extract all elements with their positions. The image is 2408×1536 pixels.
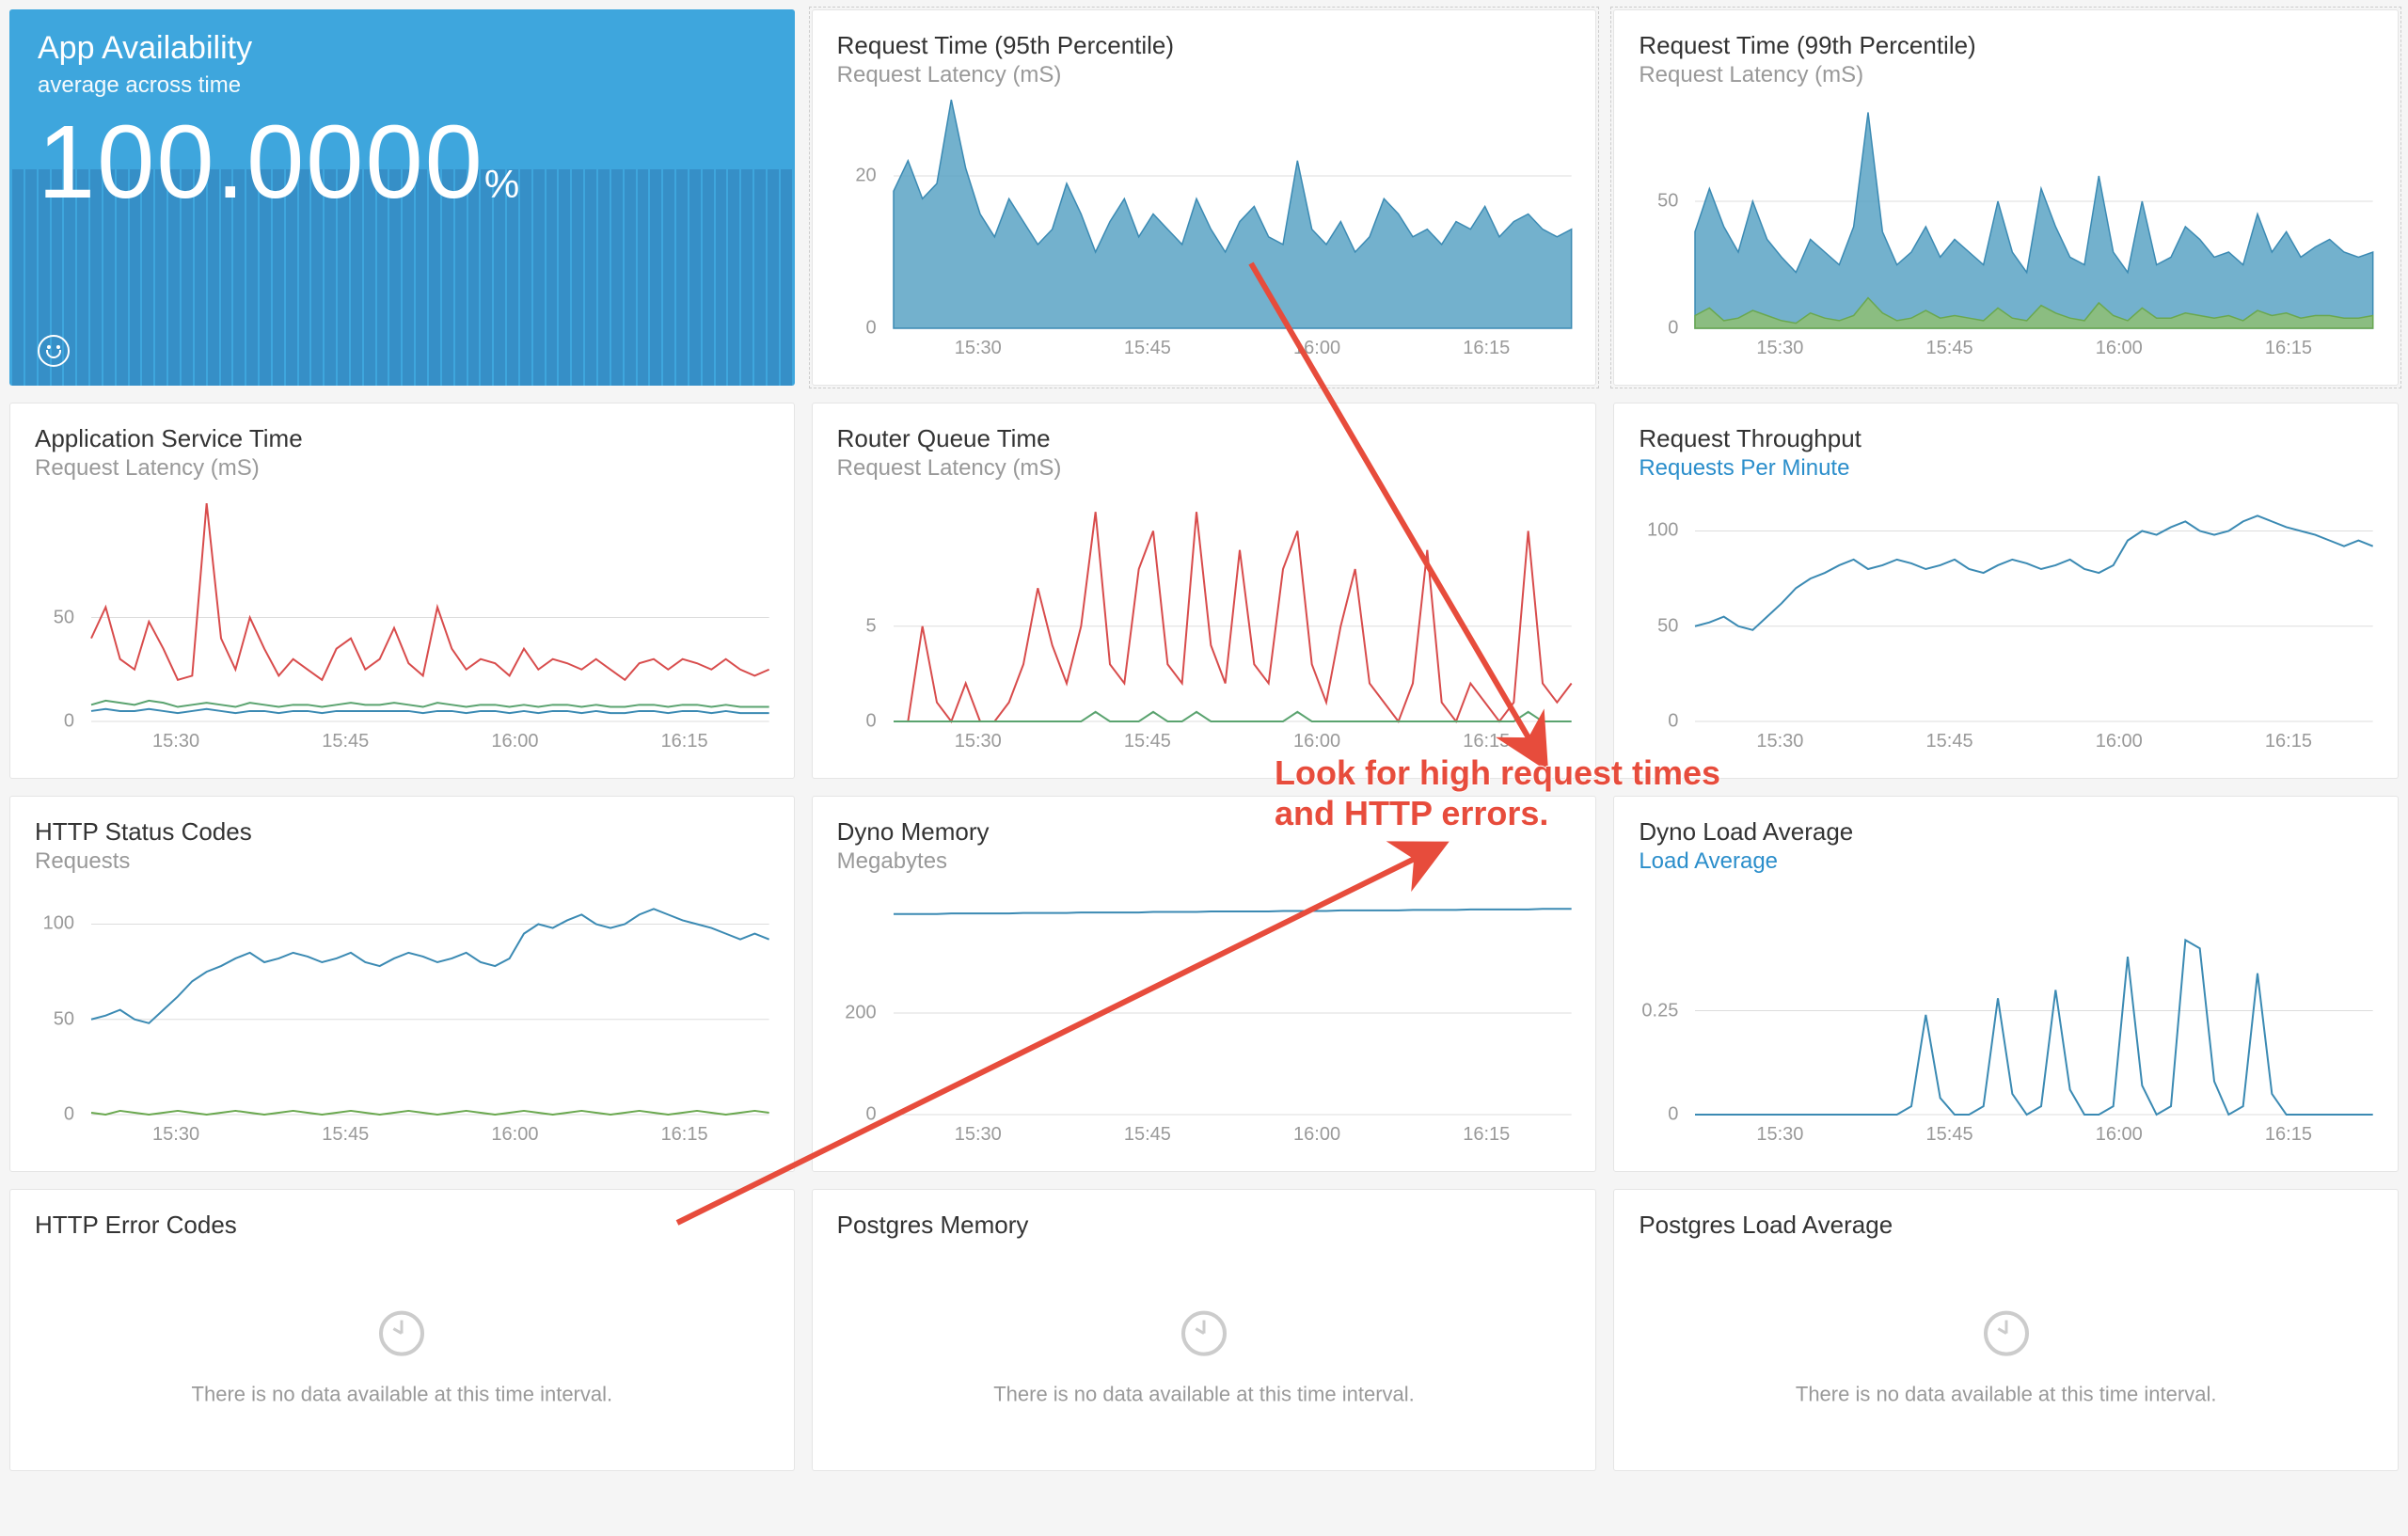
card-app-availability[interactable]: App Availability average across time 100… <box>9 9 795 386</box>
card-subtitle: Requests <box>35 848 769 875</box>
no-data-text: There is no data available at this time … <box>10 1383 794 1407</box>
chart-router-queue: 0515:3015:4516:0016:15 <box>837 493 1572 759</box>
chart-dyno-memory: 020015:3015:4516:0016:15 <box>837 886 1572 1152</box>
card-subtitle: Request Latency (mS) <box>35 455 769 482</box>
no-data-panel: There is no data available at this time … <box>10 1311 794 1407</box>
no-data-panel: There is no data available at this time … <box>813 1311 1596 1407</box>
chart-app-service-time: 05015:3015:4516:0016:15 <box>35 493 769 759</box>
chart-request-time-99: 05015:3015:4516:0016:15 <box>1639 100 2373 366</box>
card-dyno-memory[interactable]: Dyno Memory Megabytes 020015:3015:4516:0… <box>812 796 1597 1172</box>
availability-title: App Availability <box>38 30 767 67</box>
smile-icon <box>38 335 70 367</box>
card-request-throughput[interactable]: Request Throughput Requests Per Minute 0… <box>1613 403 2399 779</box>
clock-icon <box>1181 1311 1227 1356</box>
card-dyno-load-average[interactable]: Dyno Load Average Load Average 00.2515:3… <box>1613 796 2399 1172</box>
card-title: Router Queue Time <box>837 424 1572 453</box>
card-application-service-time[interactable]: Application Service Time Request Latency… <box>9 403 795 779</box>
card-title: Request Time (99th Percentile) <box>1639 31 2373 60</box>
card-title: HTTP Error Codes <box>35 1211 769 1240</box>
card-subtitle: Request Latency (mS) <box>1639 62 2373 88</box>
card-postgres-memory[interactable]: Postgres Memory There is no data availab… <box>812 1189 1597 1471</box>
no-data-text: There is no data available at this time … <box>813 1383 1596 1407</box>
card-request-time-95[interactable]: Request Time (95th Percentile) Request L… <box>812 9 1597 386</box>
chart-http-codes: 05010015:3015:4516:0016:15 <box>35 886 769 1152</box>
card-title: HTTP Status Codes <box>35 817 769 847</box>
card-subtitle: Request Latency (mS) <box>837 62 1572 88</box>
clock-icon <box>1984 1311 2029 1356</box>
no-data-panel: There is no data available at this time … <box>1614 1311 2398 1407</box>
card-subtitle: Request Latency (mS) <box>837 455 1572 482</box>
card-title: Postgres Load Average <box>1639 1211 2373 1240</box>
no-data-text: There is no data available at this time … <box>1614 1383 2398 1407</box>
card-subtitle[interactable]: Requests Per Minute <box>1639 455 2373 482</box>
clock-icon <box>379 1311 424 1356</box>
card-subtitle: Megabytes <box>837 848 1572 875</box>
availability-subtitle: average across time <box>38 72 767 99</box>
card-http-error-codes[interactable]: HTTP Error Codes There is no data availa… <box>9 1189 795 1471</box>
card-title: Postgres Memory <box>837 1211 1572 1240</box>
availability-value: 100.0000% <box>38 108 767 217</box>
card-title: Application Service Time <box>35 424 769 453</box>
card-router-queue-time[interactable]: Router Queue Time Request Latency (mS) 0… <box>812 403 1597 779</box>
chart-request-time-95: 02015:3015:4516:0016:15 <box>837 100 1572 366</box>
chart-dyno-load: 00.2515:3015:4516:0016:15 <box>1639 886 2373 1152</box>
card-title: Request Time (95th Percentile) <box>837 31 1572 60</box>
card-postgres-load-average[interactable]: Postgres Load Average There is no data a… <box>1613 1189 2399 1471</box>
card-http-status-codes[interactable]: HTTP Status Codes Requests 05010015:3015… <box>9 796 795 1172</box>
card-subtitle[interactable]: Load Average <box>1639 848 2373 875</box>
card-title: Dyno Load Average <box>1639 817 2373 847</box>
chart-throughput: 05010015:3015:4516:0016:15 <box>1639 493 2373 759</box>
card-request-time-99[interactable]: Request Time (99th Percentile) Request L… <box>1613 9 2399 386</box>
card-title: Dyno Memory <box>837 817 1572 847</box>
card-title: Request Throughput <box>1639 424 2373 453</box>
